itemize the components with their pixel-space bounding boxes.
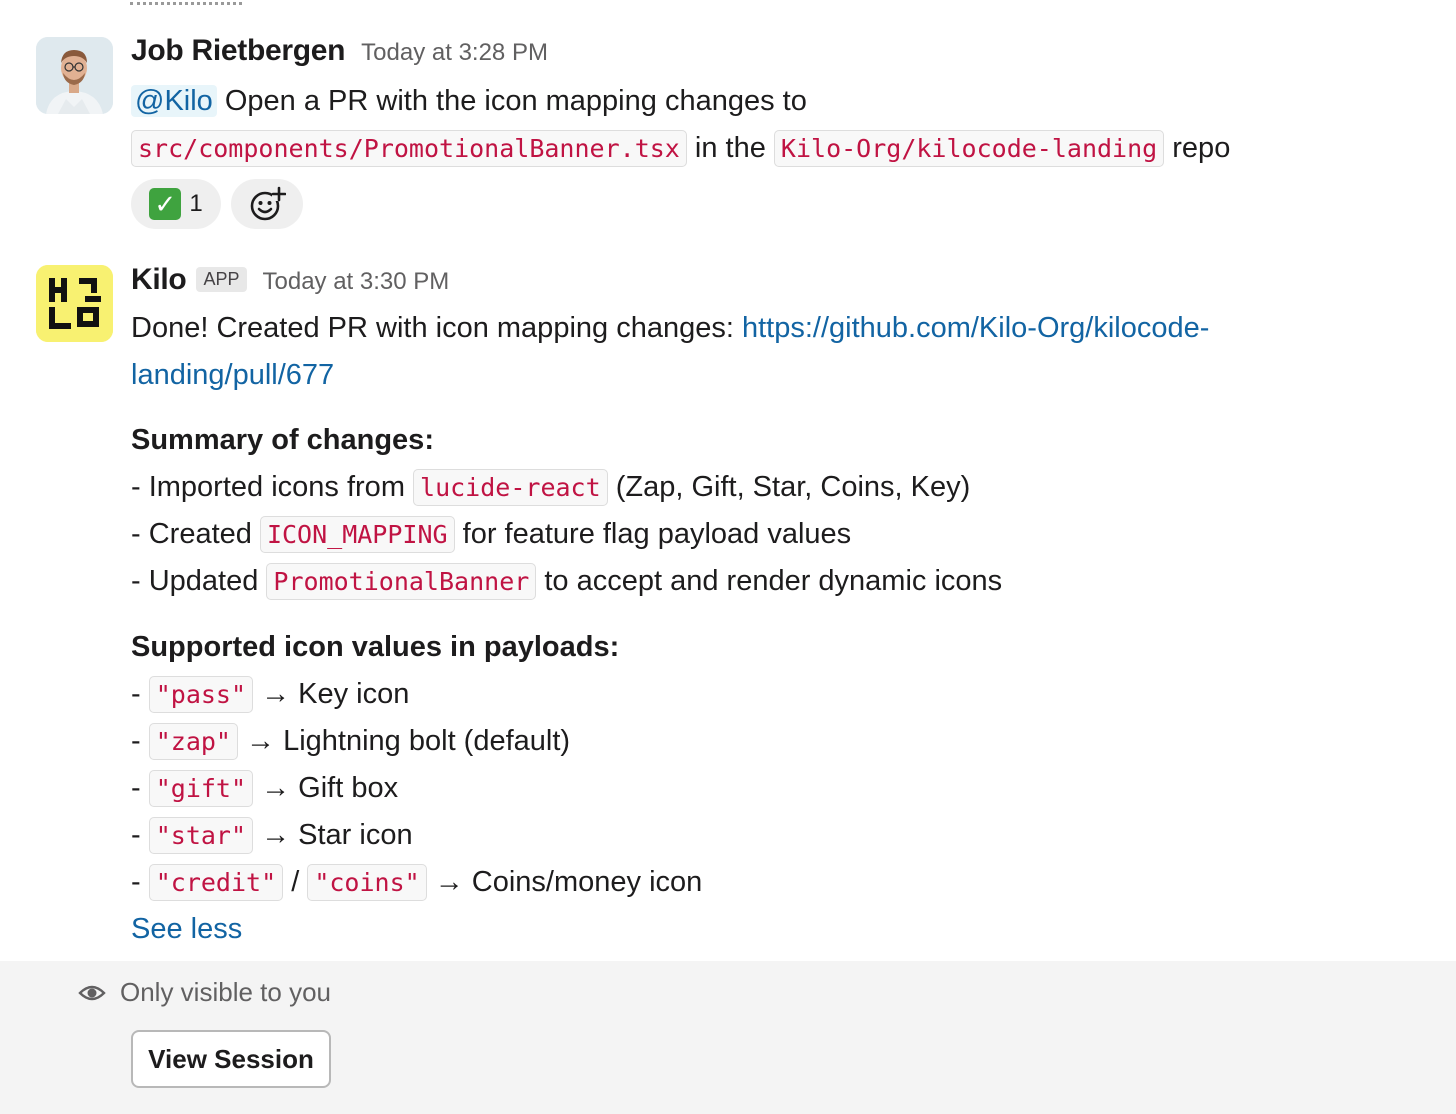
item-text: for feature flag payload values bbox=[454, 518, 852, 550]
message-line: Done! Created PR with icon mapping chang… bbox=[131, 305, 1209, 352]
message-text: Open a PR with the icon mapping changes … bbox=[216, 85, 807, 117]
view-session-button[interactable]: View Session bbox=[131, 1030, 331, 1088]
message-body: @Kilo Open a PR with the icon mapping ch… bbox=[131, 78, 1230, 172]
summary-section: Summary of changes: - Imported icons fro… bbox=[131, 417, 1002, 605]
item-text: - Imported icons from bbox=[131, 471, 414, 503]
timestamp[interactable]: Today at 3:30 PM bbox=[263, 268, 450, 296]
kilo-logo-icon bbox=[36, 265, 113, 342]
message-header: Kilo APP Today at 3:30 PM bbox=[131, 263, 449, 297]
message-header: Job Rietbergen Today at 3:28 PM bbox=[131, 34, 548, 68]
code-snippet: "gift" bbox=[148, 770, 254, 807]
see-less-link[interactable]: See less bbox=[131, 913, 242, 945]
reaction-count: 1 bbox=[189, 190, 203, 217]
reactions-bar: ✓ 1 bbox=[131, 179, 303, 229]
previous-message-fragment bbox=[130, 0, 242, 5]
message-line: src/components/PromotionalBanner.tsx in … bbox=[131, 125, 1230, 172]
message-body: Done! Created PR with icon mapping chang… bbox=[131, 305, 1209, 399]
code-snippet: "zap" bbox=[148, 723, 238, 760]
supported-item: - "star" → Star icon bbox=[131, 812, 702, 859]
message-text: in the bbox=[686, 132, 774, 164]
avatar[interactable] bbox=[36, 265, 113, 342]
item-text: → Gift box bbox=[253, 772, 399, 804]
reaction-check[interactable]: ✓ 1 bbox=[131, 179, 221, 229]
supported-item: - "pass" → Key icon bbox=[131, 671, 702, 718]
app-badge: APP bbox=[196, 267, 247, 292]
user-photo-icon bbox=[36, 37, 113, 114]
summary-item: - Created ICON_MAPPING for feature flag … bbox=[131, 511, 1002, 558]
code-snippet: "pass" bbox=[148, 676, 254, 713]
author-name[interactable]: Job Rietbergen bbox=[131, 34, 345, 68]
item-dash: - bbox=[131, 866, 149, 898]
visibility-text: Only visible to you bbox=[120, 977, 331, 1007]
item-separator: / bbox=[283, 866, 308, 898]
item-text: - Created bbox=[131, 518, 260, 550]
code-snippet: lucide-react bbox=[413, 469, 608, 506]
avatar[interactable] bbox=[36, 37, 113, 114]
message-line: @Kilo Open a PR with the icon mapping ch… bbox=[131, 78, 1230, 125]
item-text: to accept and render dynamic icons bbox=[536, 565, 1003, 597]
item-text: → Coins/money icon bbox=[426, 866, 703, 898]
item-text: - Updated bbox=[131, 565, 267, 597]
check-mark-icon: ✓ bbox=[149, 188, 182, 220]
supported-section: Supported icon values in payloads: - "pa… bbox=[131, 624, 702, 953]
code-file-path: src/components/PromotionalBanner.tsx bbox=[131, 130, 687, 167]
timestamp[interactable]: Today at 3:28 PM bbox=[361, 39, 548, 67]
code-snippet: "star" bbox=[148, 817, 254, 854]
pr-link[interactable]: https://github.com/Kilo-Org/kilocode- bbox=[742, 312, 1209, 344]
code-repo-name: Kilo-Org/kilocode-landing bbox=[773, 130, 1165, 167]
pr-link[interactable]: landing/pull/677 bbox=[131, 359, 334, 391]
item-dash: - bbox=[131, 819, 149, 851]
message-text: Done! Created PR with icon mapping chang… bbox=[131, 312, 742, 344]
author-name[interactable]: Kilo bbox=[131, 263, 187, 297]
eye-icon bbox=[78, 985, 106, 1000]
item-dash: - bbox=[131, 725, 149, 757]
item-text: → Star icon bbox=[253, 819, 413, 851]
item-text: (Zap, Gift, Star, Coins, Key) bbox=[607, 471, 971, 503]
summary-item: - Imported icons from lucide-react (Zap,… bbox=[131, 464, 1002, 511]
item-dash: - bbox=[131, 772, 149, 804]
message-text: repo bbox=[1164, 132, 1231, 164]
supported-item: - "gift" → Gift box bbox=[131, 765, 702, 812]
message-line: landing/pull/677 bbox=[131, 352, 1209, 399]
code-snippet: PromotionalBanner bbox=[266, 563, 537, 600]
mention-kilo[interactable]: @Kilo bbox=[131, 85, 217, 117]
supported-heading: Supported icon values in payloads: bbox=[131, 631, 620, 663]
item-text: → Lightning bolt (default) bbox=[237, 725, 571, 757]
item-dash: - bbox=[131, 678, 149, 710]
add-reaction-button[interactable] bbox=[231, 179, 303, 229]
visibility-note: Only visible to you bbox=[78, 977, 331, 1008]
supported-item: - "zap" → Lightning bolt (default) bbox=[131, 718, 702, 765]
message-line: See less bbox=[131, 906, 702, 953]
add-emoji-icon bbox=[250, 186, 286, 221]
item-text: → Key icon bbox=[253, 678, 410, 710]
code-snippet: ICON_MAPPING bbox=[259, 516, 455, 553]
code-snippet: "credit" bbox=[148, 864, 284, 901]
summary-item: - Updated PromotionalBanner to accept an… bbox=[131, 558, 1002, 605]
ephemeral-footer: Only visible to you View Session bbox=[0, 961, 1456, 1114]
supported-item: - "credit" / "coins" → Coins/money icon bbox=[131, 859, 702, 906]
code-snippet: "coins" bbox=[307, 864, 427, 901]
summary-heading: Summary of changes: bbox=[131, 424, 434, 456]
